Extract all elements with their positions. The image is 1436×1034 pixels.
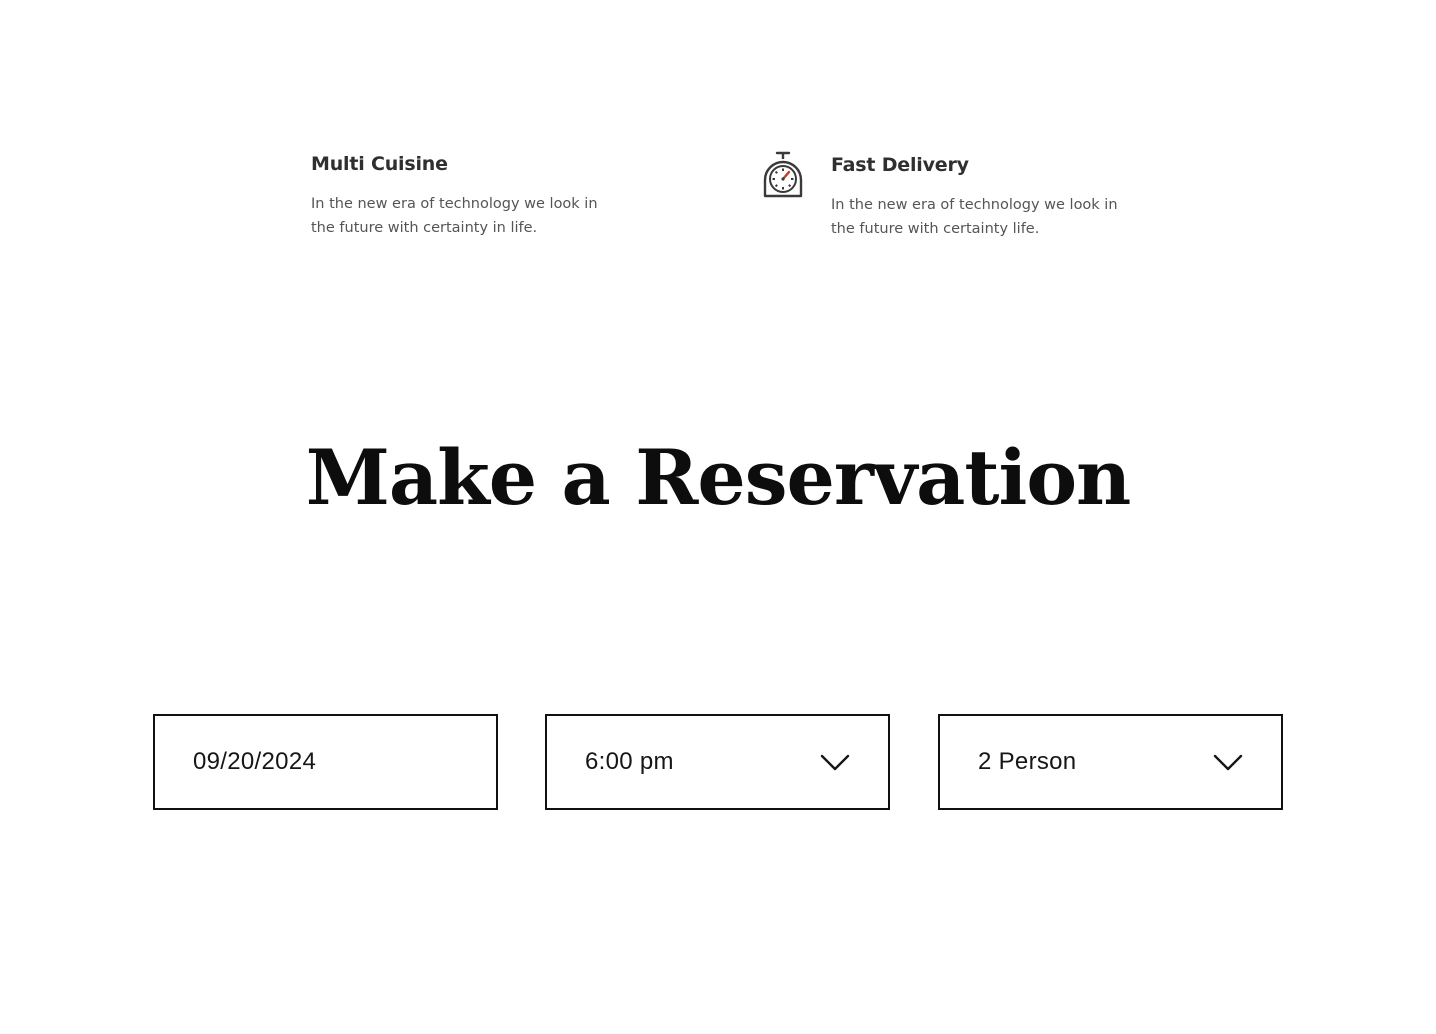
party-size-value: 2 Person (978, 748, 1077, 775)
feature-description: In the new era of technology we look in … (831, 197, 1118, 237)
feature-multi-cuisine: Multi Cuisine In the new era of technolo… (311, 152, 631, 240)
feature-fast-delivery: Fast Delivery In the new era of technolo… (831, 153, 1151, 241)
party-size-select[interactable]: 2 Person (938, 714, 1283, 810)
time-value: 6:00 pm (585, 748, 674, 775)
feature-description: In the new era of technology we look in … (311, 196, 598, 236)
page-title: Make a Reservation (305, 433, 1132, 522)
feature-title: Fast Delivery (831, 154, 969, 176)
date-input[interactable]: 09/20/2024 (153, 714, 498, 810)
date-value: 09/20/2024 (193, 748, 317, 775)
chevron-down-icon (820, 754, 850, 771)
chevron-down-icon (1213, 754, 1243, 771)
feature-title: Multi Cuisine (311, 153, 448, 175)
stopwatch-icon (763, 151, 803, 198)
time-select[interactable]: 6:00 pm (545, 714, 890, 810)
